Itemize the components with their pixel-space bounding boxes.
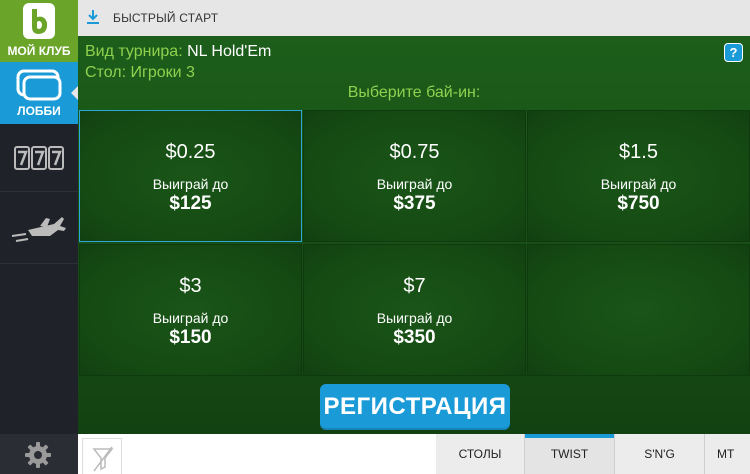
bottom-bar: СТОЛЫ TWIST S'N'G MT [78,434,750,474]
win-amount: $750 [617,193,660,214]
buyin-amount: $7 [403,275,426,297]
win-amount: $350 [393,327,436,348]
table-label: Стол: [85,64,127,81]
club-logo-icon [23,3,55,39]
top-bar: БЫСТРЫЙ СТАРТ [78,0,750,36]
tournament-type-value: NL Hold'Em [187,43,272,60]
table-value: Игроки 3 [130,64,195,81]
win-label: Выиграй до [376,310,453,326]
quick-start-panel: Вид турнира: NL Hold'Em Стол: Игроки 3 ?… [78,36,750,434]
buyin-tile[interactable]: $0.25 Выиграй до $125 [79,110,302,242]
tab-mtt[interactable]: MT [705,434,750,474]
game-tabs: СТОЛЫ TWIST S'N'G MT [436,434,750,474]
empty-tile [527,244,750,376]
win-label: Выиграй до [376,176,453,192]
tournament-type: Вид турнира: NL Hold'Em [85,43,271,61]
filter-button[interactable] [82,438,122,474]
win-label: Выиграй до [152,176,229,192]
lobby-label: ЛОББИ [17,104,61,118]
win-amount: $375 [393,193,436,214]
slots-button[interactable] [0,124,78,192]
my-club-button[interactable]: МОЙ КЛУБ [0,0,78,62]
buyin-tile[interactable]: $1.5 Выиграй до $750 [527,110,750,242]
gear-icon [25,442,51,468]
tab-sng[interactable]: S'N'G [615,434,705,474]
settings-button[interactable] [0,434,78,474]
register-button[interactable]: РЕГИСТРАЦИЯ [320,384,510,430]
aviator-button[interactable] [0,192,78,264]
win-label: Выиграй до [600,176,677,192]
help-button[interactable]: ? [724,43,743,62]
lobby-cards-icon [16,69,62,101]
buyin-tile[interactable]: $7 Выиграй до $350 [303,244,526,376]
buyin-amount: $0.25 [165,141,216,163]
buyin-amount: $1.5 [619,141,658,163]
win-amount: $150 [169,327,212,348]
page-title: БЫСТРЫЙ СТАРТ [113,11,219,25]
airplane-icon [11,217,66,242]
download-icon[interactable] [86,9,100,25]
buyin-prompt: Выберите бай-ин: [347,84,481,101]
buyin-amount: $0.75 [389,141,440,163]
buyin-tile[interactable]: $3 Выиграй до $150 [79,244,302,376]
table-info: Стол: Игроки 3 [85,64,195,82]
my-club-label: МОЙ КЛУБ [7,44,71,58]
buyin-tile[interactable]: $0.75 Выиграй до $375 [303,110,526,242]
slots-777-icon [14,146,64,170]
tournament-type-label: Вид турнира: [85,43,183,60]
tab-twist[interactable]: TWIST [525,434,615,474]
win-amount: $125 [169,193,212,214]
win-label: Выиграй до [152,310,229,326]
tab-tables[interactable]: СТОЛЫ [436,434,525,474]
sidebar: МОЙ КЛУБ ЛОББИ [0,0,79,474]
filter-funnel-icon [92,446,114,472]
buyin-amount: $3 [179,275,202,297]
lobby-button[interactable]: ЛОББИ [0,62,79,124]
